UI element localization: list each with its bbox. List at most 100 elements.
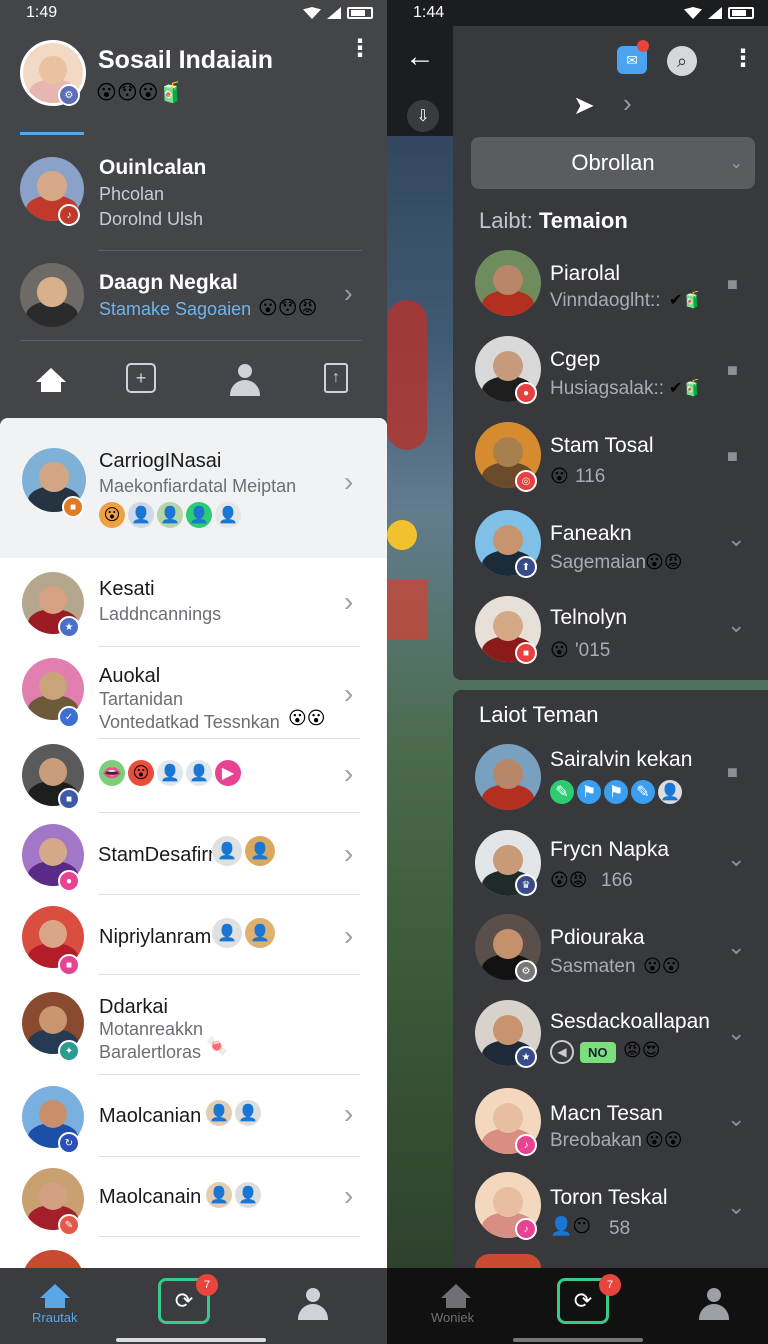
friend-status: Vinndaoglht:: [550,290,661,311]
reaction-row: 👤 👤 [206,1182,264,1208]
right-pane: 1:44 ← ⇩ ✉ ⌕ ⋮ ➤ › Obrollan ⌄ Laibt: Tema… [387,0,768,1344]
profile-nav-icon[interactable] [699,1288,729,1320]
friend-name: Sairalvin kekan [550,748,693,771]
home-nav-icon[interactable] [441,1284,471,1308]
friend-name: Stam Tosal [550,434,654,457]
notification-badge: 7 [599,1274,621,1296]
list-item-line1: Motanreakkn [99,1019,204,1039]
status-badge: ♪ [58,204,80,226]
chevron-right-icon[interactable]: › [344,1180,353,1212]
share-tab-icon[interactable]: ↑ [324,363,348,393]
chevron-right-icon[interactable]: › [344,678,353,710]
status-badge: ⚙ [515,960,537,982]
list-item-title: Maolcanian [99,1105,202,1127]
pin-icon[interactable]: ⇩ [407,100,439,132]
friend-name: Frycn Napka [550,838,670,861]
status-badge: ♪ [515,1218,537,1240]
featured-title: Ouinlcalan [99,156,207,179]
status-badge: ✓ [58,706,80,728]
chevron-right-icon[interactable]: › [344,838,353,870]
divider [98,974,360,975]
category-dropdown[interactable]: Obrollan ⌄ [471,137,755,189]
reaction-row: 😡😍 [623,1040,661,1060]
status-badge: ★ [58,616,80,638]
featured-title: Daagn Negkal [99,271,238,294]
chevron-down-icon[interactable]: ⌄ [727,1020,745,1046]
home-nav-icon[interactable] [40,1284,70,1308]
reaction-row: 😮😮 [288,708,326,728]
avatar[interactable] [475,1254,541,1268]
chevron-right-icon[interactable]: › [344,920,353,952]
list-item-title: Nipriylanram [99,926,212,948]
chevron-right-icon[interactable]: › [623,88,632,119]
friend-status: 116 [575,466,606,487]
emoji-icon: 😮 [550,640,569,660]
chevron-right-icon[interactable]: › [344,278,353,309]
reaction-row: ✔🧃 [669,380,703,397]
more-options-icon[interactable]: ⋮ [731,44,755,73]
list-item-line2: Baralertloras [99,1042,202,1062]
friend-name: Macn Tesan [550,1102,663,1125]
status-badge: ♪ [515,1134,537,1156]
search-icon[interactable]: ⌕ [667,46,697,76]
friend-name: Pdiouraka [550,926,645,949]
divider [98,646,360,647]
reaction-row: 👤😶 [550,1216,592,1236]
status-badge: ● [58,870,80,892]
chevron-down-icon[interactable]: ⌄ [727,612,745,638]
notification-badge: 7 [196,1274,218,1296]
friend-name: Piarolal [550,262,621,285]
chevron-right-icon[interactable]: › [344,586,353,618]
home-tab-icon[interactable] [34,363,68,397]
profile-tab-icon[interactable] [228,363,262,397]
chevron-right-icon[interactable]: › [344,758,353,790]
status-badge: ■ [58,788,80,810]
list-item-title: Maolcanain [99,1186,202,1208]
status-badge: ■ [62,496,84,518]
avatar[interactable] [20,263,84,327]
more-options-icon[interactable]: ⋮ [348,37,372,61]
divider [98,812,360,813]
profile-nav-icon[interactable] [298,1288,328,1320]
chevron-right-icon[interactable]: › [344,1098,353,1130]
featured-emojis: 😮😯😡 [258,298,318,319]
avatar[interactable] [475,744,541,810]
back-arrow-icon[interactable]: ← [405,40,435,74]
friend-name: Faneakn [550,522,632,545]
message-icon[interactable]: ■ [727,762,738,783]
home-nav-label: Woniek [431,1310,475,1325]
reaction-row: 😮😮 [643,956,681,976]
reaction-row: ◀ [550,1040,577,1064]
send-icon[interactable]: ➤ [573,90,595,121]
friend-status: '015 [575,640,611,661]
message-icon[interactable]: ■ [727,446,738,467]
status-badge: ● [515,382,537,404]
chevron-down-icon[interactable]: ⌄ [727,526,745,552]
reaction-row: 👤 👤 [212,836,278,866]
tag-badge: NO [580,1042,616,1063]
contact-list: ■ CarriogINasai Maekonfiardatal Meiptan … [0,418,387,1312]
status-bar: 1:49 [0,0,387,26]
status-badge: ✎ [58,1214,80,1236]
chevron-down-icon[interactable]: ⌄ [727,934,745,960]
chevron-down-icon: ⌄ [729,155,743,172]
featured-line1: Stamake Sagoaien [99,299,252,319]
reaction-row: 😮😡 [550,870,588,890]
wifi-icon [303,7,321,19]
chevron-down-icon[interactable]: ⌄ [727,1106,745,1132]
avatar[interactable] [475,250,541,316]
reaction-row: 😮 👤 👤 👤 👤 [99,502,244,528]
featured-line1: Phcolan [99,184,165,204]
message-icon[interactable]: ■ [727,360,738,381]
chevron-down-icon[interactable]: ⌄ [727,1194,745,1220]
chevron-right-icon[interactable]: › [344,466,353,498]
reaction-row: 👤 👤 [206,1100,264,1126]
add-post-tab-icon[interactable]: + [126,363,156,393]
status-bar: 1:44 [387,0,768,26]
reaction-row: 🍬 [206,1036,229,1056]
chevron-down-icon[interactable]: ⌄ [727,846,745,872]
friend-status: Husiagsalak:: [550,378,665,399]
message-icon[interactable]: ■ [727,274,738,295]
list-item-title: StamDesafirn [98,844,220,866]
wifi-icon [684,7,702,19]
